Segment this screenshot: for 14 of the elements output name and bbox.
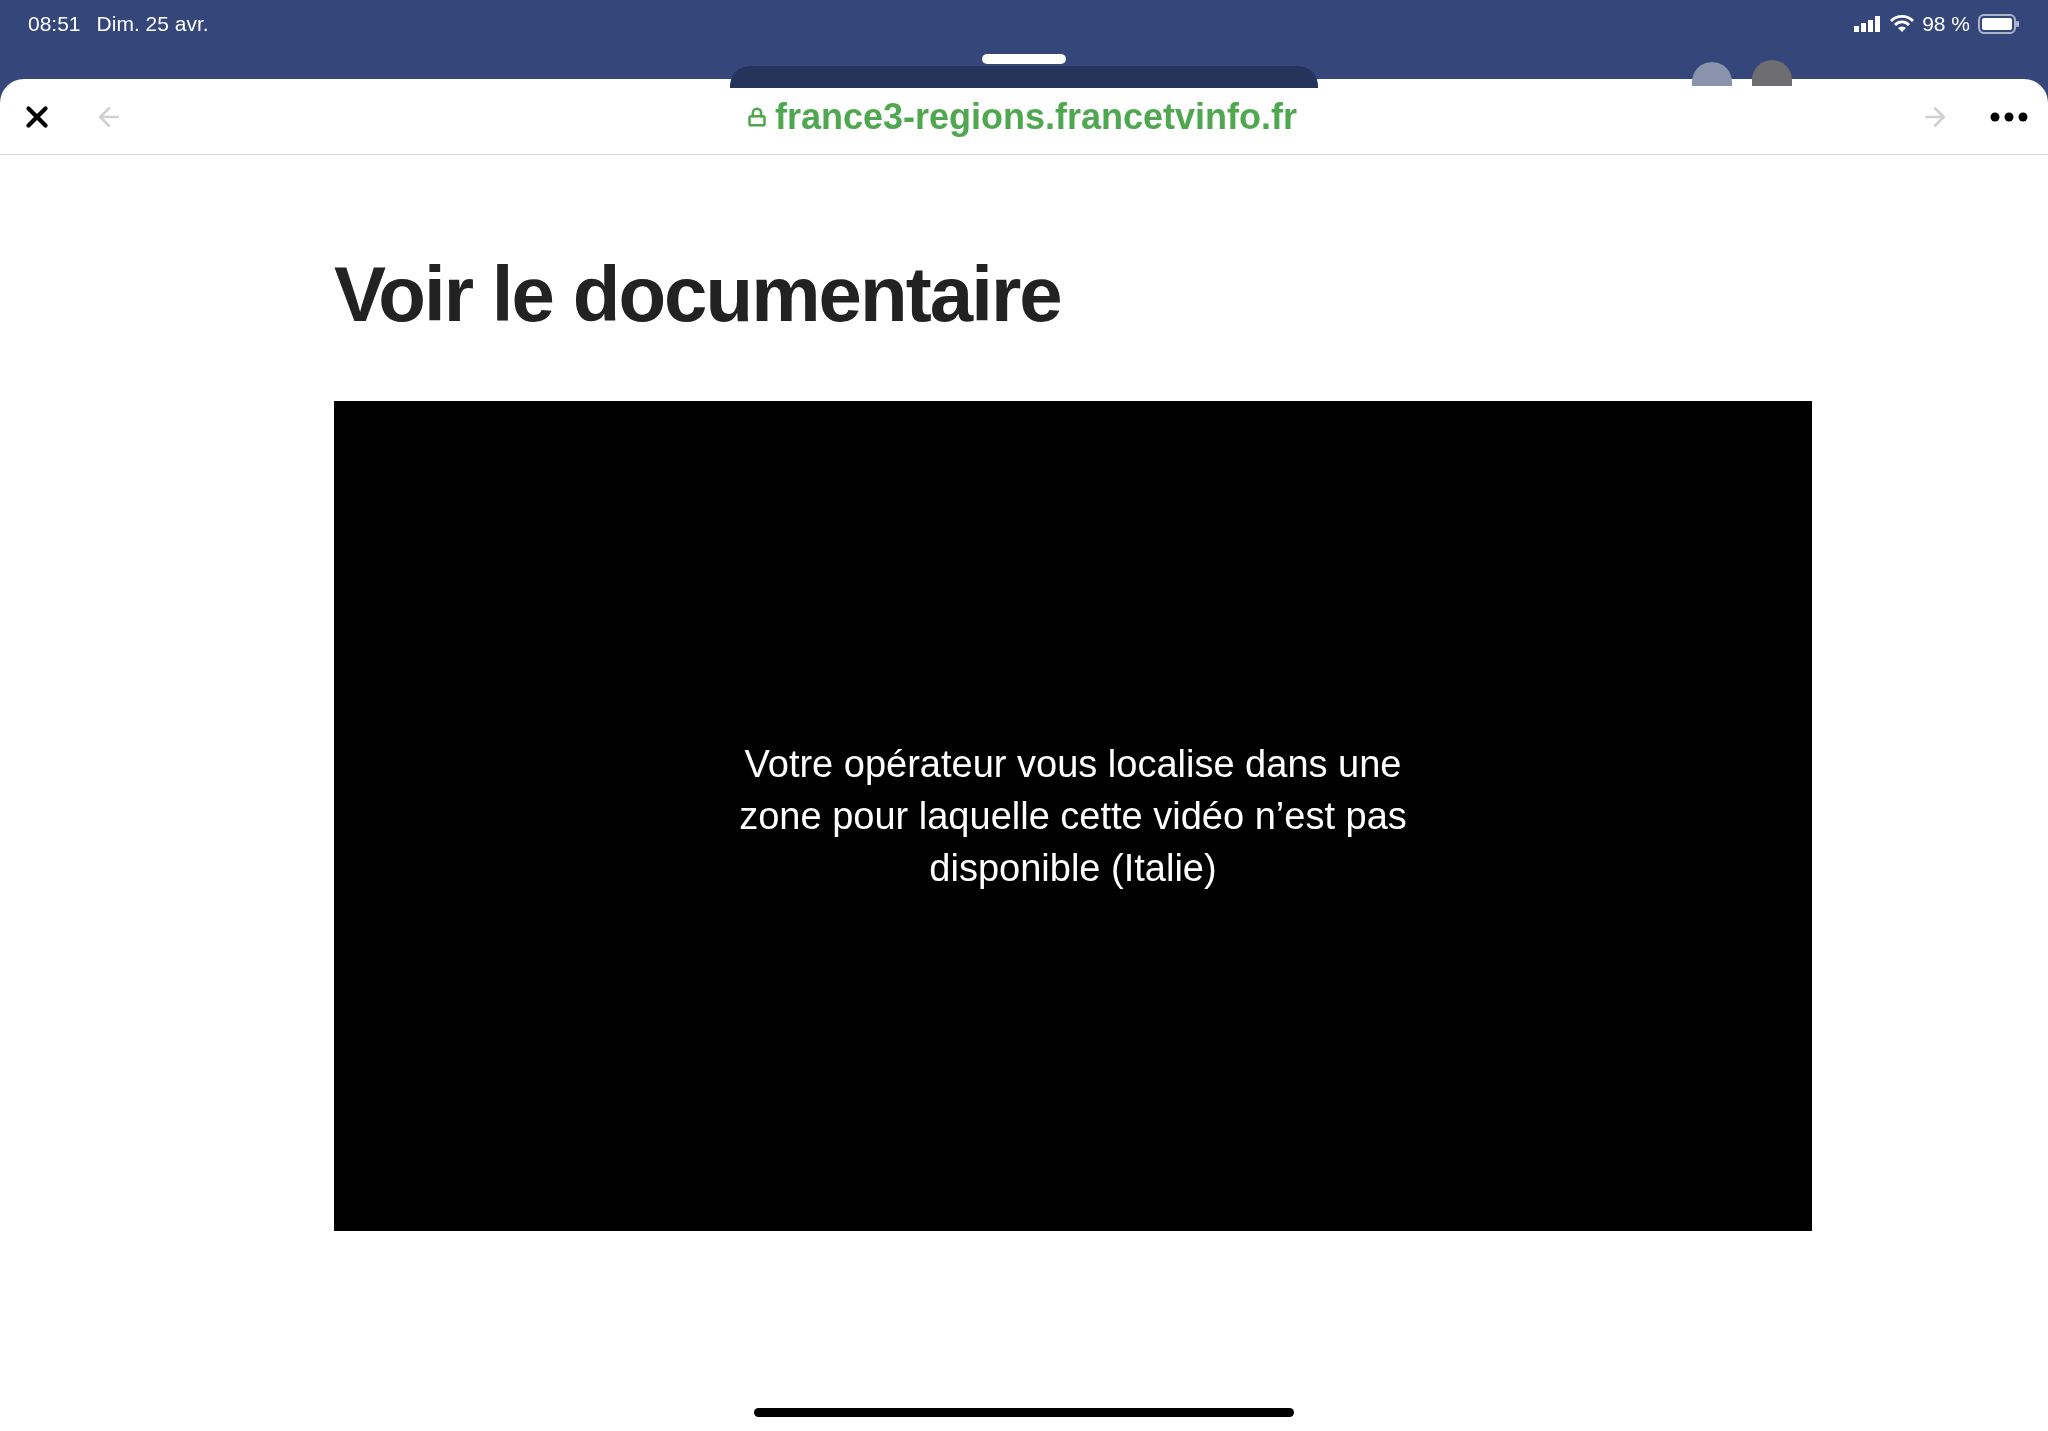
status-time: 08:51 xyxy=(28,11,81,37)
video-player[interactable]: Votre opérateur vous localise dans une zone pour laquelle cette vidéo n’est pas disponible (Italie) xyxy=(334,401,1812,1231)
avatar-icon xyxy=(1692,62,1732,86)
avatar-icon xyxy=(1752,60,1792,86)
more-icon[interactable] xyxy=(1990,111,2028,122)
battery-percent: 98 % xyxy=(1922,11,1970,37)
signal-icon xyxy=(1854,15,1883,32)
wifi-icon xyxy=(1890,14,1915,33)
battery-icon xyxy=(1978,13,2020,34)
section-heading: Voir le documentaire xyxy=(334,255,1062,333)
unavailable-message: Votre opérateur vous localise dans une zone pour laquelle cette vidéo n’est pas disponible (Italie) xyxy=(738,742,1408,891)
sheet-grabber[interactable] xyxy=(982,54,1066,64)
status-date: Dim. 25 avr. xyxy=(96,11,209,37)
lock-icon xyxy=(746,106,767,127)
